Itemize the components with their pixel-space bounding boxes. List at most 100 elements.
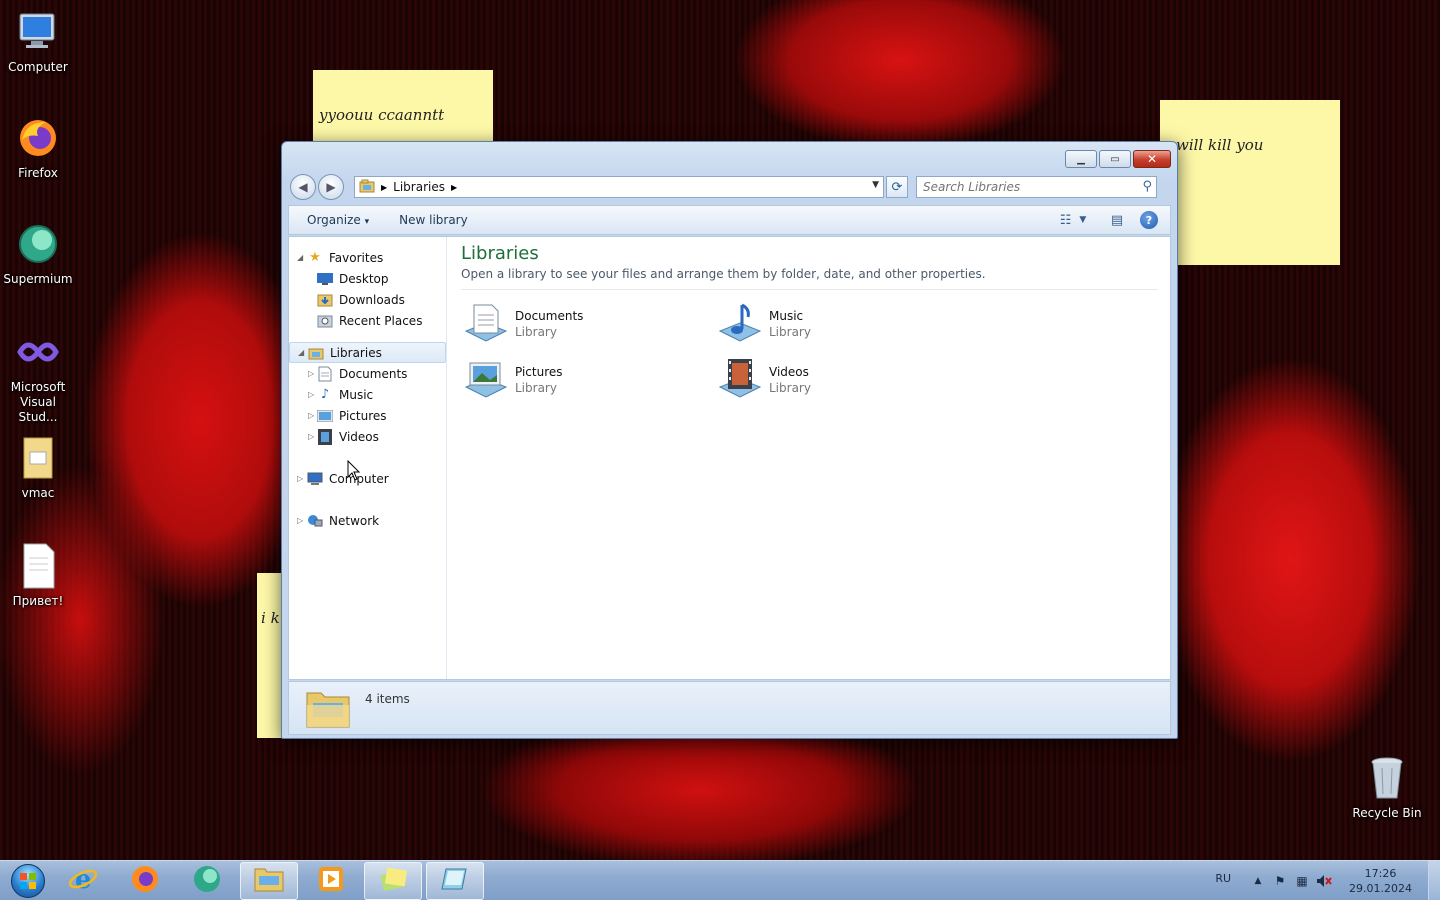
nav-computer[interactable]: ▷ Computer	[289, 468, 446, 489]
firefox-icon	[14, 114, 62, 162]
breadcrumb-libraries[interactable]: Libraries	[393, 180, 445, 194]
minimize-button[interactable]: ▁	[1065, 150, 1097, 168]
mouse-cursor-icon	[347, 459, 361, 485]
nav-desktop[interactable]: Desktop	[289, 268, 446, 289]
library-item-videos[interactable]: Videos Library	[715, 354, 955, 406]
visual-studio-icon	[14, 328, 62, 376]
desktop-icon-vmac[interactable]: vmac	[0, 434, 76, 501]
sticky-notes-icon	[378, 865, 408, 896]
search-input[interactable]	[923, 180, 1133, 194]
nav-libraries[interactable]: ◢ Libraries	[289, 342, 446, 363]
library-type: Library	[769, 381, 811, 395]
refresh-icon: ⟳	[891, 179, 903, 195]
taskbar-internet-explorer[interactable]: e	[54, 862, 112, 900]
taskbar-explorer[interactable]	[240, 861, 298, 900]
expand-arrow-icon[interactable]: ▷	[297, 474, 303, 483]
breadcrumb-separator-icon[interactable]: ▶	[451, 183, 457, 192]
library-item-music[interactable]: Music Library	[715, 298, 955, 350]
navigation-pane: ◢ ★ Favorites Desktop Downloads Recent P…	[289, 237, 447, 679]
address-bar[interactable]: ▶ Libraries ▶ ▼	[354, 176, 884, 198]
nav-music[interactable]: ▷ ♪ Music	[289, 384, 446, 405]
action-center-flag-icon[interactable]: ⚑	[1269, 871, 1291, 891]
forward-button[interactable]: ▶	[318, 174, 344, 200]
content-pane: Libraries Open a library to see your fil…	[461, 243, 1158, 416]
sticky-note-text: yyoouu ccaanntt	[319, 106, 445, 124]
library-item-documents[interactable]: Documents Library	[461, 298, 701, 350]
clock[interactable]: 17:26 29.01.2024	[1349, 866, 1412, 896]
pictures-icon	[317, 408, 333, 424]
address-dropdown-icon[interactable]: ▼	[872, 180, 879, 190]
maximize-button[interactable]: ▭	[1099, 150, 1131, 168]
desktop-icon-supermium[interactable]: Supermium	[0, 220, 76, 287]
sticky-note[interactable]: yyoouu ccaanntt	[313, 70, 493, 142]
music-icon: ♪	[320, 387, 330, 402]
show-desktop-button[interactable]	[1428, 861, 1440, 900]
organize-button[interactable]: Organize ▾	[307, 213, 369, 227]
search-box[interactable]: ⚲	[916, 176, 1157, 198]
taskbar-sticky-notes[interactable]	[364, 861, 422, 900]
clock-time: 17:26	[1364, 867, 1397, 880]
library-name: Music	[769, 309, 804, 323]
desktop-icon-visual-studio[interactable]: Microsoft Visual Stud...	[0, 328, 76, 425]
refresh-button[interactable]: ⟳	[886, 176, 908, 198]
nav-item-label: Downloads	[339, 292, 405, 307]
documents-library-icon	[461, 300, 511, 348]
start-button[interactable]	[6, 862, 50, 900]
sticky-note-text: will kill you	[1176, 136, 1264, 154]
taskbar-firefox[interactable]	[116, 862, 174, 900]
forward-arrow-icon: ▶	[326, 180, 336, 194]
videos-icon	[317, 428, 333, 445]
sticky-note[interactable]: will kill you	[1160, 100, 1340, 265]
expand-arrow-icon[interactable]: ▷	[308, 390, 314, 399]
nav-item-label: Network	[329, 513, 380, 528]
desktop-icon-computer[interactable]: Computer	[0, 8, 76, 75]
new-library-button[interactable]: New library	[399, 213, 468, 227]
view-controls: ☷ ▼ ▤ ?	[1060, 210, 1158, 230]
nav-documents[interactable]: ▷ Documents	[289, 363, 446, 384]
network-status-icon[interactable]: ▦	[1291, 871, 1313, 891]
volume-muted-icon[interactable]	[1313, 871, 1335, 891]
recent-places-icon	[317, 313, 333, 329]
nav-favorites[interactable]: ◢ ★ Favorites	[289, 247, 446, 268]
library-type: Library	[769, 325, 811, 339]
nav-pictures[interactable]: ▷ Pictures	[289, 405, 446, 426]
expand-arrow-icon[interactable]: ◢	[298, 348, 304, 357]
nav-item-label: Recent Places	[339, 313, 423, 328]
explorer-folder-icon	[253, 865, 285, 896]
expand-arrow-icon[interactable]: ◢	[297, 253, 303, 262]
desktop-icon-firefox[interactable]: Firefox	[0, 114, 76, 181]
nav-downloads[interactable]: Downloads	[289, 289, 446, 310]
change-view-button[interactable]: ☷ ▼	[1060, 210, 1087, 230]
desktop-icon-recycle-bin[interactable]: Recycle Bin	[1349, 754, 1425, 821]
preview-pane-button[interactable]: ▤	[1106, 210, 1128, 230]
desktop-icon-label: vmac	[21, 486, 55, 500]
sticky-note[interactable]: i k	[257, 573, 283, 738]
taskbar-supermium[interactable]	[178, 862, 236, 900]
nav-recent-places[interactable]: Recent Places	[289, 310, 446, 331]
back-button[interactable]: ◀	[290, 174, 316, 200]
show-hidden-icons-icon[interactable]: ▲	[1247, 871, 1269, 891]
library-name: Videos	[769, 365, 809, 379]
taskbar-application[interactable]	[426, 861, 484, 900]
nav-videos[interactable]: ▷ Videos	[289, 426, 446, 447]
expand-arrow-icon[interactable]: ▷	[308, 369, 314, 378]
help-button[interactable]: ?	[1140, 211, 1158, 229]
downloads-folder-icon	[317, 292, 333, 308]
language-indicator[interactable]: RU	[1215, 872, 1231, 885]
computer-icon	[307, 471, 323, 487]
nav-item-label: Documents	[339, 366, 408, 381]
library-item-pictures[interactable]: Pictures Library	[461, 354, 701, 406]
taskbar: e RU ▲ ⚑ ▦ 17:26 29.01.2024	[0, 860, 1440, 900]
nav-network[interactable]: ▷ Network	[289, 510, 446, 531]
taskbar-media-player[interactable]	[302, 862, 360, 900]
preview-pane-icon: ▤	[1110, 212, 1124, 228]
search-icon[interactable]: ⚲	[1142, 179, 1152, 194]
page-title: Libraries	[461, 243, 539, 264]
desktop-icon-privet[interactable]: Привет!	[0, 542, 76, 609]
expand-arrow-icon[interactable]: ▷	[308, 411, 314, 420]
expand-arrow-icon[interactable]: ▷	[297, 516, 303, 525]
expand-arrow-icon[interactable]: ▷	[308, 432, 314, 441]
back-arrow-icon: ◀	[298, 180, 308, 194]
close-button[interactable]: ✕	[1133, 150, 1171, 168]
network-icon	[307, 513, 323, 529]
